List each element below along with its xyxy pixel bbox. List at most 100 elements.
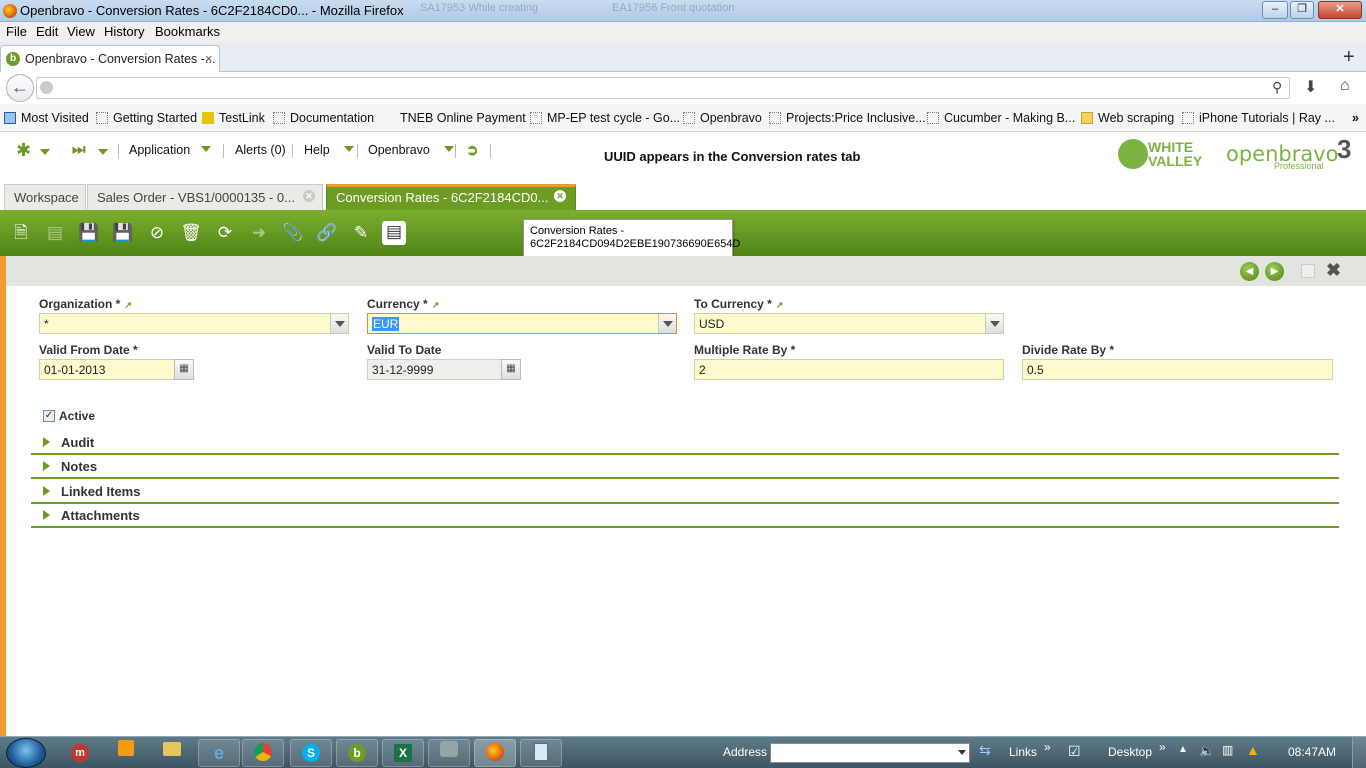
close-tab-icon[interactable]: ✕ [554, 190, 566, 202]
explorer-icon[interactable] [152, 739, 192, 767]
bookmark-mp-ep[interactable]: MP-EP test cycle - Go... [530, 111, 680, 125]
new-tab-button[interactable]: + [1343, 46, 1355, 69]
close-form-icon[interactable]: ✖ [1326, 260, 1341, 281]
calendar-icon[interactable]: ▦ [174, 359, 194, 380]
skype-icon[interactable]: S [290, 739, 332, 767]
start-button[interactable] [6, 738, 46, 768]
quick-launch-dropdown[interactable] [98, 146, 108, 160]
export-icon[interactable]: ➜ [246, 220, 272, 246]
tab-conversion-rates[interactable]: Conversion Rates - 6C2F2184CD0... ✕ [326, 184, 576, 210]
home-icon[interactable]: ⌂ [1340, 77, 1350, 95]
bookmarks-overflow-icon[interactable]: » [1352, 111, 1359, 125]
menu-bookmarks[interactable]: Bookmarks [155, 24, 220, 39]
organization-select[interactable]: * [39, 313, 349, 334]
chevron-down-icon[interactable] [985, 314, 1003, 333]
go-arrows-icon[interactable]: ⇆ [979, 742, 991, 759]
checklist-icon[interactable]: ☑ [1068, 743, 1081, 760]
close-tab-icon[interactable]: × [205, 51, 213, 66]
logout-icon[interactable]: ➲ [466, 141, 479, 159]
browser-tab[interactable]: b Openbravo - Conversion Rates -... × [0, 45, 220, 72]
tab-workspace[interactable]: Workspace [4, 184, 86, 210]
valid-to-field[interactable]: 31-12-9999 [367, 359, 503, 380]
taskbar-address-input[interactable] [770, 743, 970, 763]
delete-icon[interactable]: 🗑 [178, 220, 204, 246]
previous-record-icon[interactable]: ◀ [1240, 262, 1259, 281]
notepad-icon[interactable] [520, 739, 562, 767]
close-tab-icon[interactable]: ✕ [303, 190, 315, 202]
menu-view[interactable]: View [67, 24, 95, 39]
url-bar[interactable] [36, 77, 1290, 99]
bookmark-cucumber[interactable]: Cucumber - Making B... [927, 111, 1075, 125]
refresh-icon[interactable]: ⟳ [212, 220, 238, 246]
asterisk-menu-dropdown[interactable] [40, 146, 50, 160]
attachment-icon[interactable]: 📎 [280, 220, 306, 246]
to-currency-select[interactable]: USD [694, 313, 1004, 334]
desktop-overflow-icon[interactable]: » [1159, 740, 1166, 754]
links-overflow-icon[interactable]: » [1044, 740, 1051, 754]
volume-icon[interactable]: 🔈 [1199, 743, 1215, 759]
taskbar-links-label[interactable]: Links [1009, 745, 1037, 759]
paint-icon[interactable] [428, 739, 470, 767]
menu-edit[interactable]: Edit [36, 24, 58, 39]
firefox-taskbar-icon[interactable] [474, 739, 516, 767]
section-linked-items[interactable]: Linked Items [31, 480, 1339, 504]
quick-launch-icon[interactable]: ⏭ [72, 141, 86, 158]
tray-expand-icon[interactable]: ▲ [1178, 744, 1188, 755]
bookmark-getting-started[interactable]: Getting Started [96, 111, 197, 125]
network-icon[interactable]: ▥ [1222, 743, 1233, 757]
taskbar-desktop-label[interactable]: Desktop [1108, 745, 1152, 759]
chevron-down-icon[interactable] [958, 750, 966, 755]
multiple-rate-field[interactable]: 2 [694, 359, 1004, 380]
app-m-icon[interactable]: m [60, 739, 100, 767]
section-audit[interactable]: Audit [31, 431, 1339, 455]
section-notes[interactable]: Notes [31, 455, 1339, 479]
download-icon[interactable]: ⬇ [1304, 77, 1317, 97]
new-row-icon[interactable]: ▤ [42, 220, 68, 246]
active-checkbox[interactable]: ✓ [43, 410, 55, 422]
layout-toggle-icon[interactable]: ▤ [382, 221, 406, 245]
maximize-button[interactable]: ❐ [1290, 1, 1314, 19]
bookmark-tneb[interactable]: TNEB Online Payment [383, 111, 526, 125]
section-attachments[interactable]: Attachments [31, 504, 1339, 528]
maximize-form-icon[interactable] [1301, 264, 1315, 278]
save-close-icon[interactable]: 💾 [110, 220, 136, 246]
alerts-menu[interactable]: Alerts (0) [235, 143, 286, 157]
tab-sales-order[interactable]: Sales Order - VBS1/0000135 - 0... ✕ [87, 184, 323, 210]
taskbar-clock[interactable]: 08:47AM [1288, 745, 1336, 759]
bookmark-documentation[interactable]: Documentation [273, 111, 374, 125]
bookmark-openbravo[interactable]: Openbravo [683, 111, 762, 125]
menu-file[interactable]: File [6, 24, 27, 39]
minimize-button[interactable]: – [1262, 1, 1288, 19]
help-menu[interactable]: Help [304, 143, 354, 157]
asterisk-menu-icon[interactable]: ✱ [16, 140, 31, 161]
openbravo-app-icon[interactable]: b [336, 739, 378, 767]
save-icon[interactable]: 💾 [76, 220, 102, 246]
media-player-icon[interactable] [106, 739, 146, 767]
drive-icon[interactable]: ▲ [1246, 742, 1260, 758]
openbravo-menu[interactable]: Openbravo [368, 143, 454, 157]
chevron-down-icon[interactable] [658, 314, 676, 333]
internet-explorer-icon[interactable]: e [198, 739, 240, 767]
back-button[interactable]: ← [6, 74, 34, 102]
new-document-icon[interactable]: 🗎 [8, 220, 34, 246]
bookmark-iphone-tutorials[interactable]: iPhone Tutorials | Ray ... [1182, 111, 1335, 125]
search-icon[interactable]: ⚲ [1272, 79, 1282, 96]
currency-select[interactable]: EUR [367, 313, 677, 334]
menu-history[interactable]: History [104, 24, 144, 39]
calendar-icon[interactable]: ▦ [501, 359, 521, 380]
divide-rate-field[interactable]: 0.5 [1022, 359, 1333, 380]
audit-trail-icon[interactable]: ✎ [348, 220, 374, 246]
excel-icon[interactable]: X [382, 739, 424, 767]
chevron-down-icon[interactable] [330, 314, 348, 333]
link-icon[interactable]: 🔗 [314, 220, 340, 246]
valid-from-field[interactable]: 01-01-2013 [39, 359, 175, 380]
bookmark-projects[interactable]: Projects:Price Inclusive... [769, 111, 926, 125]
next-record-icon[interactable]: ▶ [1265, 262, 1284, 281]
bookmark-web-scraping[interactable]: Web scraping [1081, 111, 1174, 125]
show-desktop-button[interactable] [1352, 737, 1366, 768]
bookmark-testlink[interactable]: TestLink [202, 111, 265, 125]
close-window-button[interactable]: ✕ [1318, 1, 1362, 19]
application-menu[interactable]: Application [129, 143, 211, 157]
undo-icon[interactable]: ⊘ [144, 220, 170, 246]
chrome-icon[interactable] [242, 739, 284, 767]
